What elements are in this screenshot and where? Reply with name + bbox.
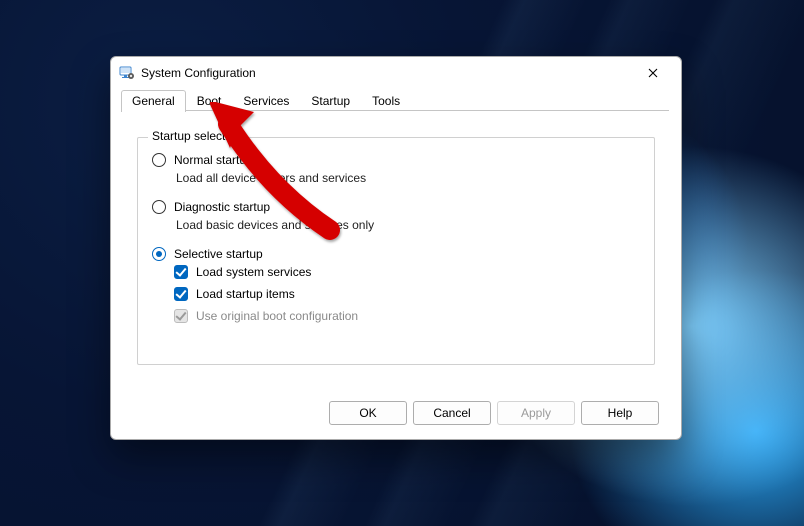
- button-label: Cancel: [433, 406, 470, 420]
- radio-selective-startup[interactable]: Selective startup: [152, 246, 654, 262]
- checkbox-label: Use original boot configuration: [196, 309, 358, 323]
- checkbox-use-original-boot-config: Use original boot configuration: [174, 309, 654, 323]
- checkbox-load-system-services[interactable]: Load system services: [174, 265, 654, 279]
- button-label: Help: [608, 406, 633, 420]
- radio-normal-startup-desc: Load all device drivers and services: [176, 171, 654, 185]
- help-button[interactable]: Help: [581, 401, 659, 425]
- radio-diagnostic-startup-desc: Load basic devices and services only: [176, 218, 654, 232]
- checkbox-icon: [174, 309, 188, 323]
- group-legend: Startup selection: [148, 129, 245, 143]
- close-icon: [648, 68, 658, 78]
- apply-button: Apply: [497, 401, 575, 425]
- tab-startup[interactable]: Startup: [300, 90, 361, 111]
- tab-general[interactable]: General: [121, 90, 186, 112]
- button-label: Apply: [521, 406, 551, 420]
- checkbox-icon: [174, 265, 188, 279]
- tab-label: General: [132, 94, 175, 108]
- radio-label: Normal startup: [174, 152, 253, 168]
- close-button[interactable]: [633, 59, 673, 87]
- tab-label: Boot: [197, 94, 222, 108]
- tab-services[interactable]: Services: [232, 90, 300, 111]
- radio-icon: [152, 153, 166, 167]
- tab-boot[interactable]: Boot: [186, 90, 233, 111]
- radio-label: Selective startup: [174, 246, 263, 262]
- radio-icon: [152, 200, 166, 214]
- dialog-button-row: OK Cancel Apply Help: [329, 401, 659, 425]
- cancel-button[interactable]: Cancel: [413, 401, 491, 425]
- system-configuration-window: System Configuration General Boot Servic…: [110, 56, 682, 440]
- tab-label: Services: [243, 94, 289, 108]
- tab-bar: General Boot Services Startup Tools: [111, 89, 681, 111]
- radio-label: Diagnostic startup: [174, 199, 270, 215]
- radio-icon: [152, 247, 166, 261]
- button-label: OK: [359, 406, 376, 420]
- monitor-gear-icon: [119, 65, 135, 81]
- checkbox-load-startup-items[interactable]: Load startup items: [174, 287, 654, 301]
- tab-label: Startup: [311, 94, 350, 108]
- checkbox-label: Load system services: [196, 265, 311, 279]
- checkbox-icon: [174, 287, 188, 301]
- ok-button[interactable]: OK: [329, 401, 407, 425]
- tab-tools[interactable]: Tools: [361, 90, 411, 111]
- tab-label: Tools: [372, 94, 400, 108]
- radio-diagnostic-startup[interactable]: Diagnostic startup: [152, 199, 654, 215]
- checkbox-label: Load startup items: [196, 287, 295, 301]
- titlebar: System Configuration: [111, 57, 681, 89]
- startup-selection-group: Startup selection Normal startup Load al…: [137, 137, 655, 365]
- radio-normal-startup[interactable]: Normal startup: [152, 152, 654, 168]
- window-title: System Configuration: [141, 66, 256, 80]
